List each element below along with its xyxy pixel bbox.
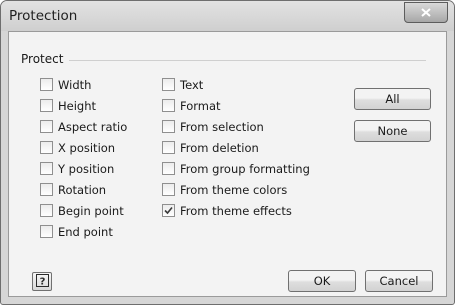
checkbox-from-group-formatting[interactable]: From group formatting (162, 160, 310, 177)
checkbox-end-point[interactable]: End point (40, 223, 113, 240)
checkbox-box[interactable] (162, 120, 175, 133)
ok-button[interactable]: OK (288, 270, 356, 292)
checkbox-label: From group formatting (180, 161, 310, 176)
dialog-title: Protection (9, 8, 78, 24)
checkbox-label: End point (58, 224, 113, 239)
checkbox-text[interactable]: Text (162, 76, 203, 93)
checkbox-label: Aspect ratio (58, 119, 128, 134)
help-button[interactable]: ? (32, 272, 52, 291)
checkbox-label: Height (58, 98, 97, 113)
dialog-content: Protect Width Height Aspect ratio X posi… (8, 31, 447, 297)
checkbox-begin-point[interactable]: Begin point (40, 202, 124, 219)
checkbox-rotation[interactable]: Rotation (40, 181, 106, 198)
checkbox-box[interactable] (162, 204, 175, 217)
checkbox-label: From theme effects (180, 203, 292, 218)
checkbox-box[interactable] (40, 78, 53, 91)
help-icon: ? (35, 273, 49, 290)
checkbox-box[interactable] (162, 183, 175, 196)
checkbox-from-deletion[interactable]: From deletion (162, 139, 259, 156)
none-button[interactable]: None (354, 120, 431, 142)
checkbox-box[interactable] (40, 99, 53, 112)
all-button[interactable]: All (354, 88, 431, 110)
close-button[interactable] (404, 2, 448, 23)
checkbox-height[interactable]: Height (40, 97, 96, 114)
checkbox-y-position[interactable]: Y position (40, 160, 114, 177)
protect-group-label: Protect (21, 52, 64, 66)
protection-dialog: Protection Protect Width Height Aspect r… (0, 0, 455, 305)
checkbox-box[interactable] (162, 162, 175, 175)
checkbox-label: Format (180, 98, 221, 113)
checkbox-label: Text (180, 77, 204, 92)
checkbox-from-selection[interactable]: From selection (162, 118, 264, 135)
checkbox-box[interactable] (40, 204, 53, 217)
checkbox-label: From theme colors (180, 182, 288, 197)
checkbox-box[interactable] (162, 78, 175, 91)
checkbox-format[interactable]: Format (162, 97, 221, 114)
checkbox-box[interactable] (40, 162, 53, 175)
checkbox-label: X position (58, 140, 116, 155)
svg-text:?: ? (39, 276, 45, 287)
checkbox-from-theme-colors[interactable]: From theme colors (162, 181, 287, 198)
checkbox-from-theme-effects[interactable]: From theme effects (162, 202, 292, 219)
checkbox-box[interactable] (40, 225, 53, 238)
checkbox-box[interactable] (40, 141, 53, 154)
cancel-button[interactable]: Cancel (365, 270, 433, 292)
checkbox-label: From selection (180, 119, 264, 134)
checkbox-label: From deletion (180, 140, 259, 155)
checkbox-label: Rotation (58, 182, 107, 197)
checkbox-x-position[interactable]: X position (40, 139, 115, 156)
checkbox-label: Begin point (58, 203, 124, 218)
group-divider (69, 60, 426, 61)
checkbox-box[interactable] (162, 99, 175, 112)
checkbox-box[interactable] (40, 120, 53, 133)
checkbox-width[interactable]: Width (40, 76, 91, 93)
checkbox-box[interactable] (40, 183, 53, 196)
checkbox-box[interactable] (162, 141, 175, 154)
title-bar[interactable]: Protection (1, 1, 454, 31)
checkmark-icon (164, 206, 173, 215)
checkbox-label: Width (58, 77, 92, 92)
checkbox-aspect-ratio[interactable]: Aspect ratio (40, 118, 127, 135)
checkbox-label: Y position (58, 161, 115, 176)
close-icon (421, 6, 431, 20)
